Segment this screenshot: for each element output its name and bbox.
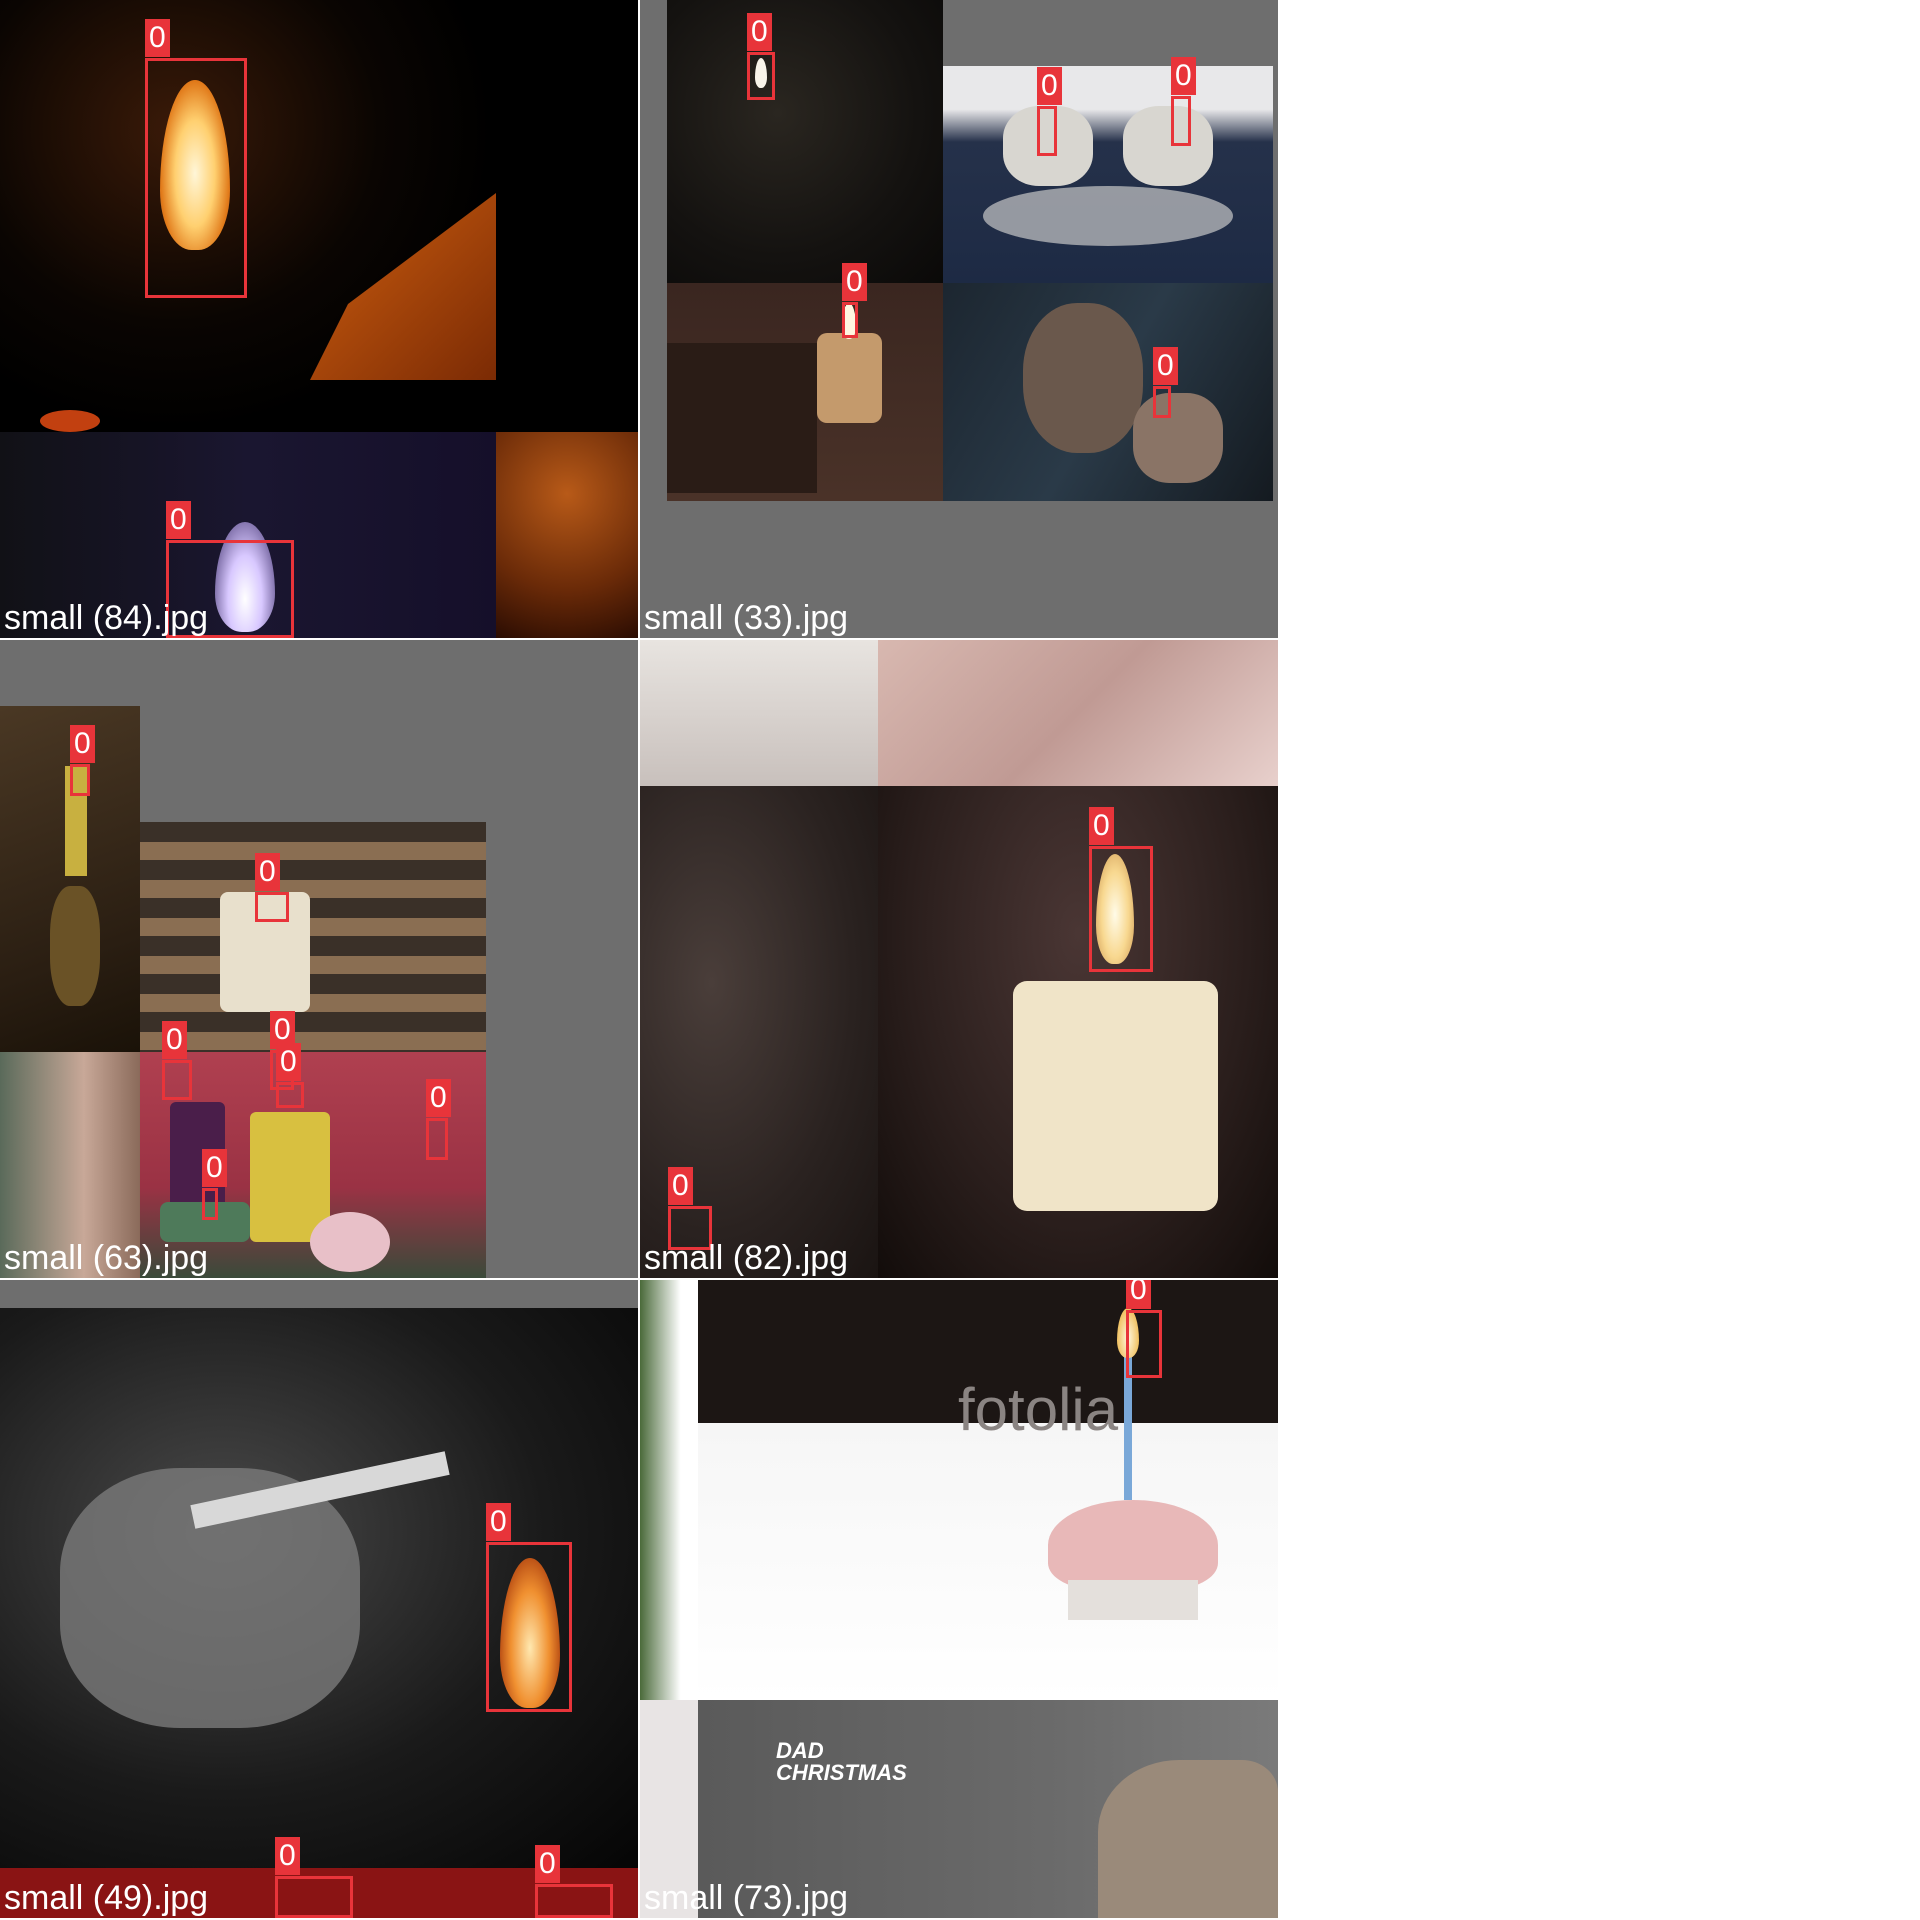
detection-class-label: 0 [145,19,170,57]
photo-candle-gifts [667,283,943,501]
detection-class-label: 0 [70,725,95,763]
detection-box: 0 [1037,67,1062,156]
mosaic-tile: fotolia DAD CHRISTMAS 0 small (73).jpg [640,1280,1278,1918]
detection-class-label: 0 [166,501,191,539]
detection-box: 0 [255,853,289,922]
detection-box: 0 [668,1167,712,1250]
detection-box: 0 [426,1079,451,1160]
detection-box: 0 [162,1021,192,1100]
detection-class-label: 0 [1126,1280,1151,1309]
detection-box: 0 [1153,347,1178,418]
fotolia-watermark: fotolia [958,1376,1119,1443]
mosaic-tile: 0 0 small (82).jpg [640,640,1278,1278]
mosaic-tile: 0 0 small (84).jpg [0,0,638,638]
detection-box: 0 [70,725,95,796]
detection-box: 0 [842,263,867,338]
mosaic-grid: 0 0 small (84).jpg 0 0 0 0 0 small (33).… [0,0,1280,1920]
detection-class-label: 0 [486,1503,511,1541]
photo-pink-petals [878,640,1278,786]
detection-class-label: 0 [1171,57,1196,95]
detection-class-label: 0 [255,853,280,891]
detection-box: 0 [145,19,247,298]
mosaic-tile: 0 0 0 small (49).jpg [0,1280,638,1918]
detection-class-label: 0 [842,263,867,301]
photo-match-lighting [667,0,943,283]
detection-class-label: 0 [276,1043,301,1081]
detection-box: 0 [275,1837,353,1918]
photo-man-smoking [943,283,1273,501]
detection-class-label: 0 [747,13,772,51]
detection-box: 0 [535,1845,613,1918]
photo-lighter-flame [0,0,496,432]
photo-man-profile: DAD CHRISTMAS [698,1700,1278,1918]
detection-box: 0 [202,1149,227,1220]
dad-christmas-logo: DAD CHRISTMAS [776,1738,907,1785]
photo-pale-pillow [640,640,878,786]
mosaic-tile: 0 0 0 0 0 small (33).jpg [640,0,1278,638]
photo-white-candles [943,66,1273,283]
photo-woman-lighting [0,1052,140,1278]
photo-right-strip [496,0,638,432]
detection-box: 0 [166,501,294,638]
detection-class-label: 0 [426,1079,451,1117]
photo-orange-object [496,432,638,638]
photo-green-edge [640,1280,698,1700]
detection-class-label: 0 [1089,807,1114,845]
detection-class-label: 0 [275,1837,300,1875]
photo-pale-left [640,1700,698,1918]
photo-cupcake: fotolia [698,1280,1278,1700]
detection-box: 0 [1089,807,1153,972]
detection-box: 0 [276,1043,304,1108]
photo-large-candle [878,786,1278,1278]
detection-box: 0 [747,13,775,100]
photo-white-pillar-candle [140,822,486,1052]
detection-class-label: 0 [535,1845,560,1883]
image-filename-caption: small (33).jpg [644,599,849,637]
detection-class-label: 0 [668,1167,693,1205]
detection-class-label: 0 [1037,67,1062,105]
detection-box: 0 [486,1503,572,1712]
detection-box: 0 [1171,57,1196,146]
detection-class-label: 0 [1153,347,1178,385]
mosaic-tile: 0 0 0 0 0 0 0 small (63).jpg [0,640,638,1278]
detection-class-label: 0 [162,1021,187,1059]
detection-class-label: 0 [202,1149,227,1187]
detection-box: 0 [1126,1280,1162,1378]
